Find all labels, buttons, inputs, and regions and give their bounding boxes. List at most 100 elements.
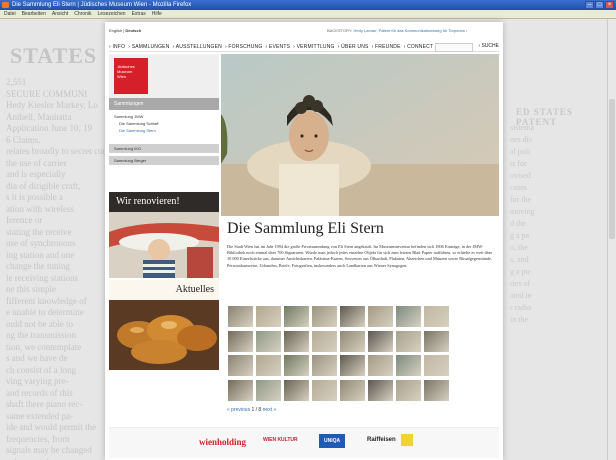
- gallery-thumbnail[interactable]: [367, 305, 394, 328]
- gallery-thumbnail[interactable]: [423, 305, 450, 328]
- patent-line-right: ts for: [510, 159, 527, 168]
- nav-item-freunde[interactable]: › FREUNDE: [372, 44, 401, 50]
- website-page: English | Deutsch BACKSTORY: Hedy Lamarr…: [105, 22, 503, 460]
- nav-item-vermittlung[interactable]: › VERMITTLUNG: [293, 44, 335, 50]
- patent-line-left: Antheil, Manhatta: [6, 111, 72, 122]
- sponsor-uniqa[interactable]: UNIQA: [319, 434, 346, 448]
- gallery-thumbnail[interactable]: [255, 305, 282, 328]
- gallery-thumbnail[interactable]: [395, 329, 422, 353]
- gallery-thumbnail[interactable]: [339, 354, 366, 377]
- gallery-thumbnail[interactable]: [227, 329, 254, 353]
- gallery-thumbnail[interactable]: [423, 378, 450, 402]
- patent-line-right: nes dis: [510, 135, 532, 144]
- sidebar-item-schlaff[interactable]: Die Sammlung Schlaff: [109, 121, 219, 126]
- patent-line-left: ing station and one: [6, 249, 75, 260]
- nav-item-über-uns[interactable]: › ÜBER UNS: [338, 44, 369, 50]
- gallery-thumbnail[interactable]: [311, 329, 338, 353]
- nav-item-sammlungen[interactable]: › SAMMLUNGEN: [128, 44, 169, 50]
- nav-item-label: ÜBER UNS: [341, 43, 369, 50]
- museum-logo[interactable]: Jüdisches Museum Wien: [114, 58, 148, 94]
- patent-line-left: Hedy Kiesler Markey, Lo: [6, 100, 98, 110]
- gallery-thumbnail[interactable]: [227, 305, 254, 328]
- gallery-thumbnail[interactable]: [311, 378, 338, 402]
- gallery-thumbnail[interactable]: [311, 354, 338, 377]
- sidebar-section-title[interactable]: Sammlungen: [109, 98, 219, 110]
- gallery-thumbnail[interactable]: [255, 378, 282, 402]
- gallery-thumbnail[interactable]: [423, 354, 450, 377]
- gallery-pager: « previous 1 / 8 next »: [227, 407, 276, 413]
- gallery-thumbnail[interactable]: [227, 354, 254, 377]
- gallery-thumbnail[interactable]: [255, 354, 282, 377]
- gallery-thumbnail[interactable]: [395, 354, 422, 377]
- gallery-thumbnail[interactable]: [255, 329, 282, 353]
- patent-line-left: s and we have de: [6, 353, 68, 363]
- gallery-thumbnail[interactable]: [395, 305, 422, 328]
- scrollbar-thumb[interactable]: [609, 99, 615, 239]
- gallery-thumbnail[interactable]: [311, 305, 338, 328]
- patent-line-right: cases: [510, 183, 527, 192]
- patent-line-left: the use of carrier: [6, 157, 67, 168]
- gallery-thumbnail[interactable]: [339, 329, 366, 353]
- patent-line-right: ries of: [510, 279, 531, 288]
- maximize-button[interactable]: □: [595, 1, 604, 9]
- sidebar-item-ikg[interactable]: Sammlung IKG: [109, 144, 219, 154]
- patent-heading-left: STATES: [10, 43, 98, 68]
- nav-item-label: SAMMLUNGEN: [131, 43, 170, 50]
- renovation-promo-title[interactable]: Wir renovieren!: [109, 192, 219, 212]
- gallery-thumbnail[interactable]: [367, 378, 394, 402]
- gallery-thumbnail[interactable]: [339, 378, 366, 402]
- sidebar-item-stern[interactable]: Die Sammlung Stern: [109, 128, 219, 133]
- menu-item-2[interactable]: Ansicht: [52, 11, 68, 17]
- renovation-promo-image[interactable]: [109, 212, 219, 278]
- sponsor-wienholding[interactable]: wienholding: [199, 437, 246, 447]
- gallery-thumbnail[interactable]: [283, 305, 310, 328]
- sponsor-raiffeisen[interactable]: Raiffeisen: [367, 437, 396, 443]
- patent-line-left: ng the transmission: [6, 330, 76, 340]
- search-button[interactable]: › SUCHE: [478, 43, 499, 49]
- menu-item-0[interactable]: Datei: [4, 11, 16, 17]
- pager-previous[interactable]: « previous: [227, 407, 250, 413]
- sidebar-item-sammlung-jmw[interactable]: Sammlung JMW: [109, 114, 219, 119]
- lang-deutsch[interactable]: Deutsch: [125, 28, 141, 33]
- gallery-thumbnail[interactable]: [367, 354, 394, 377]
- nav-item-events[interactable]: › EVENTS: [265, 44, 290, 50]
- menu-item-5[interactable]: Extras: [132, 11, 146, 17]
- menu-item-1[interactable]: Bearbeiten: [22, 11, 46, 17]
- menu-item-6[interactable]: Hilfe: [152, 11, 162, 17]
- pager-next[interactable]: next »: [263, 407, 277, 413]
- gallery-thumbnail[interactable]: [395, 378, 422, 402]
- patent-line-right: ated in: [510, 291, 532, 300]
- sponsor-wien-kultur[interactable]: WIEN KULTUR: [263, 437, 301, 443]
- lang-english[interactable]: English: [109, 28, 122, 33]
- patent-line-left: same extended pa-: [6, 410, 73, 421]
- minimize-button[interactable]: –: [585, 1, 594, 9]
- gallery-thumbnail[interactable]: [423, 329, 450, 353]
- gallery-thumbnail[interactable]: [283, 354, 310, 377]
- menu-item-4[interactable]: Lesezeichen: [98, 11, 126, 17]
- backstory-banner: BACKSTORY: Hedy Lamarr, Patent für das K…: [327, 28, 468, 33]
- page-scrollbar[interactable]: [607, 19, 616, 460]
- nav-item-ausstellungen[interactable]: › AUSSTELLUNGEN: [173, 44, 222, 50]
- patent-line-left: shaft there piano rec-: [6, 399, 83, 409]
- aktuelles-promo[interactable]: Aktuelles: [109, 280, 219, 370]
- window-controls: – □ ×: [585, 1, 614, 9]
- nav-item-connect[interactable]: › CONNECT: [404, 44, 434, 50]
- sidebar-item-berger[interactable]: Sammlung Berger: [109, 156, 219, 166]
- gallery-thumbnail[interactable]: [283, 329, 310, 353]
- menu-item-3[interactable]: Chronik: [74, 11, 91, 17]
- gallery-thumbnail[interactable]: [283, 378, 310, 402]
- search-input[interactable]: [435, 43, 473, 52]
- close-button[interactable]: ×: [605, 1, 614, 9]
- gallery-thumbnail[interactable]: [367, 329, 394, 353]
- nav-item-forschung[interactable]: › FORSCHUNG: [225, 44, 263, 50]
- patent-line-left: ch consist of a long: [6, 364, 76, 375]
- patent-line-right: moving: [510, 207, 535, 216]
- menu-bar: Datei Bearbeiten Ansicht Chronik Lesezeichen…: [0, 10, 616, 19]
- gallery-thumbnail[interactable]: [339, 305, 366, 328]
- backstory-link[interactable]: Hedy Lamarr, Patent für das Kommunikatio…: [354, 28, 465, 33]
- patent-line-left: fifferent knowledge of: [6, 295, 87, 306]
- patent-line-right: r radio: [510, 303, 532, 312]
- gallery-thumbnail[interactable]: [227, 378, 254, 402]
- nav-item-info[interactable]: › INFO: [109, 44, 125, 50]
- page-body-text: Die Stadt Wien hat im Jahr 1994 die groß…: [227, 244, 493, 268]
